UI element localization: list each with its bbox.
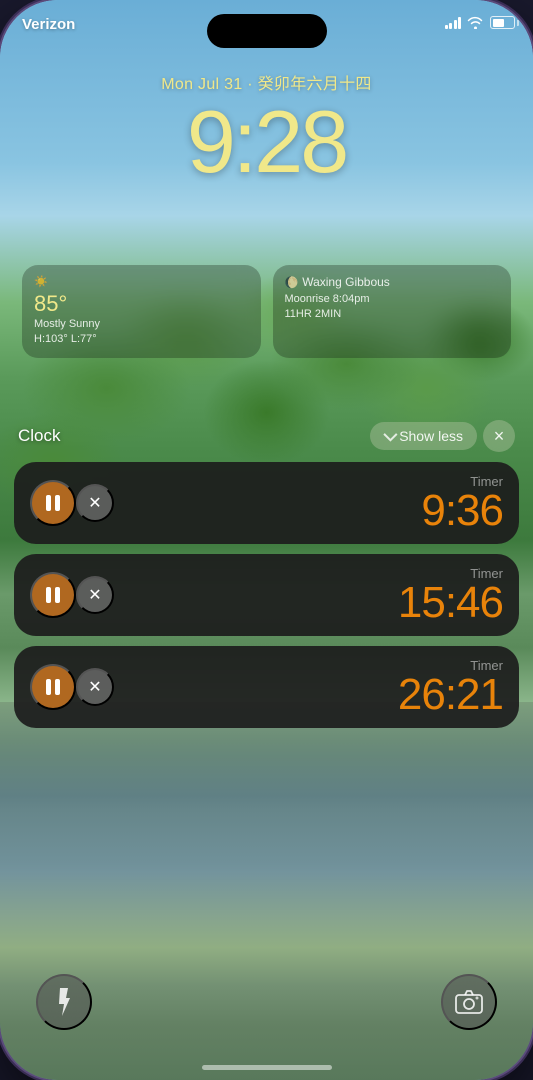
pause-bar-left-1 <box>46 495 51 511</box>
clock-close-button[interactable]: × <box>483 420 515 452</box>
cancel-icon-3: ✕ <box>88 677 101 697</box>
pause-button-2[interactable] <box>30 572 76 618</box>
timer-card-3: ✕ Timer 26:21 <box>14 646 519 728</box>
moon-title: 🌔 Waxing Gibbous <box>285 275 500 289</box>
wifi-icon <box>467 16 484 29</box>
weather-condition-text: Mostly Sunny <box>34 318 100 330</box>
flashlight-button[interactable] <box>36 974 92 1030</box>
weather-widget: ☀️ 85° Mostly Sunny H:103° L:77° <box>22 265 261 358</box>
time-display: 9:28 <box>0 98 533 186</box>
date-display: Mon Jul 31 · 癸卯年六月十四 <box>0 70 533 94</box>
battery-icon <box>490 16 515 29</box>
moon-moonrise: Moonrise 8:04pm <box>285 293 370 305</box>
signal-bar-3 <box>454 20 457 29</box>
cancel-icon-2: ✕ <box>88 585 101 605</box>
weather-high: H:103° <box>34 333 68 345</box>
moon-phase-label: Waxing Gibbous <box>302 275 390 289</box>
weather-title: ☀️ <box>34 275 249 288</box>
cancel-button-3[interactable]: ✕ <box>76 668 114 706</box>
camera-icon <box>455 990 483 1014</box>
pause-bar-left-3 <box>46 679 51 695</box>
battery-fill <box>493 19 504 27</box>
pause-icon-3 <box>44 678 62 696</box>
signal-bar-2 <box>449 23 452 29</box>
pause-button-1[interactable] <box>30 480 76 526</box>
clock-label: Clock <box>18 426 61 446</box>
pause-bar-right-2 <box>55 587 60 603</box>
pause-icon-1 <box>44 494 62 512</box>
cancel-button-1[interactable]: ✕ <box>76 484 114 522</box>
camera-button[interactable] <box>441 974 497 1030</box>
phone-frame: Verizon Mon Jul 31 · 癸 <box>0 0 533 1080</box>
carrier-label: Verizon <box>22 16 75 33</box>
weather-temperature: 85° <box>34 291 249 317</box>
timer-display-1: 9:36 <box>421 489 503 533</box>
clock-section: Clock Show less × <box>14 420 519 738</box>
timer-row-2: ✕ Timer 15:46 <box>30 566 503 625</box>
signal-bar-1 <box>445 25 448 29</box>
close-icon: × <box>494 427 505 445</box>
clock-header: Clock Show less × <box>14 420 519 452</box>
timer-time-block-2: Timer 15:46 <box>398 566 503 625</box>
sun-icon: ☀️ <box>34 275 48 288</box>
show-less-label: Show less <box>399 428 463 444</box>
timer-time-block-1: Timer 9:36 <box>421 474 503 533</box>
status-right <box>445 16 516 29</box>
flashlight-icon <box>53 988 75 1016</box>
moon-details: Moonrise 8:04pm 11HR 2MIN <box>285 292 500 323</box>
pause-bar-right-1 <box>55 495 60 511</box>
pause-bar-right-3 <box>55 679 60 695</box>
show-less-button[interactable]: Show less <box>370 422 477 450</box>
clock-controls: Show less × <box>370 420 515 452</box>
lock-screen-content: Mon Jul 31 · 癸卯年六月十四 9:28 <box>0 70 533 186</box>
timer-time-block-3: Timer 26:21 <box>398 658 503 717</box>
cancel-icon-1: ✕ <box>88 493 101 513</box>
moon-widget: 🌔 Waxing Gibbous Moonrise 8:04pm 11HR 2M… <box>273 265 512 358</box>
weather-low: L:77° <box>71 333 97 345</box>
weather-condition: Mostly Sunny H:103° L:77° <box>34 317 249 348</box>
timer-card-1: ✕ Timer 9:36 <box>14 462 519 544</box>
timer-row-3: ✕ Timer 26:21 <box>30 658 503 717</box>
pause-bar-left-2 <box>46 587 51 603</box>
signal-bars-icon <box>445 16 462 29</box>
pause-button-3[interactable] <box>30 664 76 710</box>
timer-card-2: ✕ Timer 15:46 <box>14 554 519 636</box>
signal-bar-4 <box>458 17 461 29</box>
dynamic-island <box>207 14 327 48</box>
chevron-down-icon <box>384 428 398 442</box>
timer-row-1: ✕ Timer 9:36 <box>30 474 503 533</box>
moon-icon: 🌔 <box>285 276 299 289</box>
cancel-button-2[interactable]: ✕ <box>76 576 114 614</box>
bottom-controls <box>0 974 533 1030</box>
pause-icon-2 <box>44 586 62 604</box>
screen: Verizon Mon Jul 31 · 癸 <box>0 0 533 1080</box>
moon-time-remaining: 11HR 2MIN <box>285 308 342 320</box>
widgets-row: ☀️ 85° Mostly Sunny H:103° L:77° 🌔 Waxin… <box>22 265 511 358</box>
timer-display-3: 26:21 <box>398 673 503 717</box>
home-indicator <box>202 1065 332 1070</box>
timer-display-2: 15:46 <box>398 581 503 625</box>
